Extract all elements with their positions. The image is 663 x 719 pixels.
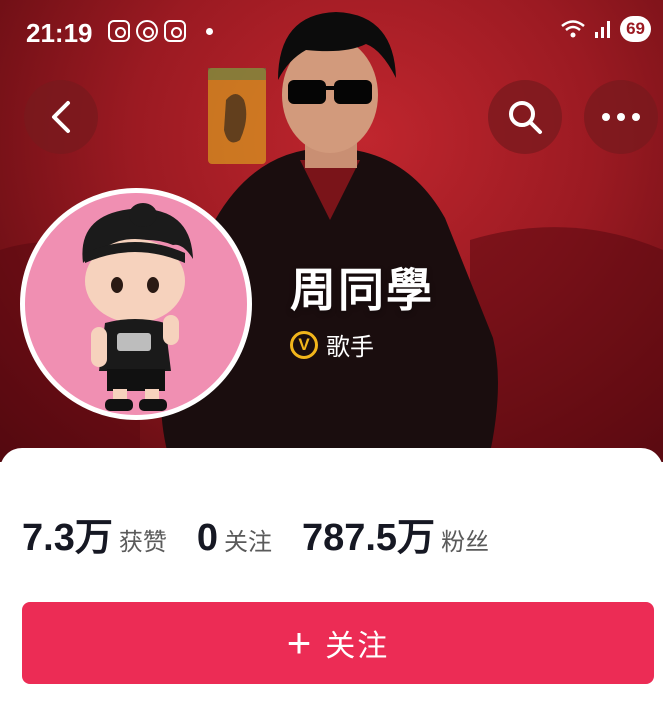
chevron-left-icon xyxy=(52,101,70,133)
back-button[interactable] xyxy=(24,80,98,154)
more-options-button[interactable] xyxy=(584,80,658,154)
instagram-icon xyxy=(164,20,186,42)
profile-header-banner: 21:19 69 周同學 V 歌手 xyxy=(0,0,663,462)
stat-followers[interactable]: 787.5万 粉丝 xyxy=(302,506,489,561)
follow-button[interactable]: + 关注 xyxy=(22,602,654,684)
avatar[interactable] xyxy=(20,188,252,420)
stat-value: 0 xyxy=(196,517,218,559)
wifi-icon xyxy=(561,20,585,38)
stat-label: 关注 xyxy=(223,528,272,556)
signal-icon xyxy=(595,21,611,38)
notification-icons xyxy=(108,20,213,42)
verified-tag: V 歌手 xyxy=(290,327,374,362)
verified-label: 歌手 xyxy=(326,333,374,361)
battery-indicator: 69 xyxy=(620,16,651,42)
status-bar: 21:19 69 xyxy=(0,0,663,70)
search-button[interactable] xyxy=(488,80,562,154)
status-time: 21:19 xyxy=(26,18,93,48)
plus-icon: + xyxy=(286,619,312,666)
cartoon-avatar-figure xyxy=(82,203,193,411)
stat-value: 787.5万 xyxy=(301,517,436,559)
verified-badge-icon: V xyxy=(290,330,318,359)
instagram-icon xyxy=(108,20,130,42)
whatsapp-icon xyxy=(136,20,158,42)
profile-info-panel: 7.3万 获赞 0 关注 787.5万 粉丝 + 关注 xyxy=(0,448,663,719)
profile-name: 周同學 xyxy=(290,263,434,317)
stat-label: 获赞 xyxy=(118,528,167,556)
notification-dot-icon xyxy=(206,27,213,35)
more-horizontal-icon xyxy=(602,113,640,121)
search-icon xyxy=(509,101,542,134)
stat-following[interactable]: 0 关注 xyxy=(197,517,272,560)
stat-likes[interactable]: 7.3万 获赞 xyxy=(22,506,167,561)
system-status: 69 xyxy=(560,16,651,42)
follow-button-label: 关注 xyxy=(325,629,390,664)
ferrari-logo xyxy=(208,68,266,164)
profile-stats: 7.3万 获赞 0 关注 787.5万 粉丝 xyxy=(22,506,489,561)
stat-label: 粉丝 xyxy=(441,528,490,556)
stat-value: 7.3万 xyxy=(22,517,113,559)
